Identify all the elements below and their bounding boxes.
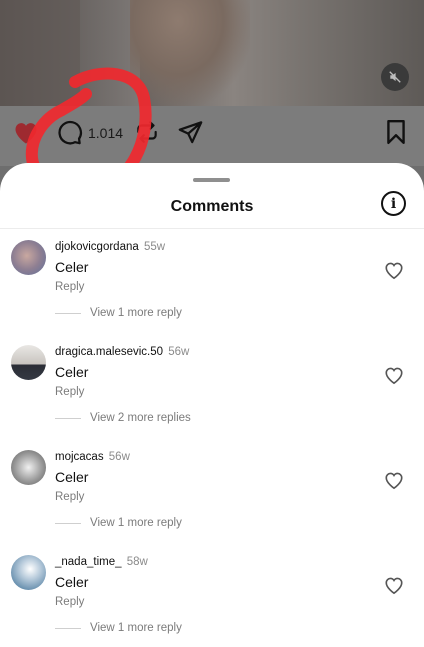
share-icon [178,121,203,144]
mute-button[interactable] [381,63,409,91]
sheet-drag-handle[interactable] [193,178,230,182]
comment-age: 56w [108,451,130,463]
comment-text: Celer [55,364,89,380]
view-more-label: View 1 more reply [90,622,182,634]
avatar[interactable] [11,555,46,590]
info-button[interactable]: i [381,191,406,216]
heart-filled-icon [15,123,37,144]
comment-username-row: dragica.malesevic.50 56w [55,346,189,358]
comment-text: Celer [55,469,89,485]
view-more-replies[interactable]: View 1 more reply [55,622,182,634]
sheet-title: Comments [170,198,254,215]
comment-username-row: mojcacas 56w [55,451,130,463]
view-more-label: View 2 more replies [90,412,191,424]
avatar[interactable] [11,345,46,380]
comment-item: dragica.malesevic.50 56w Celer Reply Vie… [0,345,424,450]
like-button[interactable] [12,119,40,145]
comment-age: 58w [126,556,148,568]
view-more-replies[interactable]: View 2 more replies [55,412,191,424]
divider-line [55,417,81,419]
view-more-label: View 1 more reply [90,517,182,529]
divider-line [55,627,81,629]
comment-username[interactable]: mojcacas [55,451,104,463]
view-more-replies[interactable]: View 1 more reply [55,517,182,529]
comment-button[interactable] [56,119,83,146]
divider-line [55,312,81,314]
comment-username[interactable]: _nada_time_ [55,556,122,568]
heart-icon[interactable] [383,470,405,490]
comment-text: Celer [55,259,89,275]
avatar[interactable] [11,240,46,275]
heart-icon[interactable] [383,260,405,280]
divider [0,228,424,229]
comment-item: djokovicgordana 55w Celer Reply View 1 m… [0,240,424,345]
comment-age: 55w [143,241,166,253]
bookmark-button[interactable] [384,119,408,145]
reply-button[interactable]: Reply [55,281,84,293]
comments-sheet: Comments i djokovicgordana 55w Celer Rep… [0,163,424,647]
comment-text: Celer [55,574,89,590]
avatar[interactable] [11,450,46,485]
info-icon: i [390,195,397,212]
reply-button[interactable]: Reply [55,386,84,398]
comment-item: mojcacas 56w Celer Reply View 1 more rep… [0,450,424,555]
view-more-label: View 1 more reply [90,307,182,319]
post-media-subject [130,0,250,106]
post-media [0,0,424,106]
bookmark-icon [387,119,405,145]
heart-icon[interactable] [383,365,405,385]
comment-count: 1.014 [88,125,124,141]
view-more-replies[interactable]: View 1 more reply [55,307,182,319]
divider-line [55,522,81,524]
comment-age: 56w [168,346,190,358]
comment-username-row: djokovicgordana 55w [55,241,165,253]
share-button[interactable] [177,119,204,146]
heart-icon[interactable] [383,575,405,595]
comment-username[interactable]: dragica.malesevic.50 [55,346,163,358]
comment-icon [58,120,82,145]
comment-item: _nada_time_ 58w Celer Reply View 1 more … [0,555,424,647]
reply-button[interactable]: Reply [55,491,84,503]
comment-username[interactable]: djokovicgordana [55,241,139,253]
reply-button[interactable]: Reply [55,596,84,608]
comment-username-row: _nada_time_ 58w [55,556,148,568]
repost-icon [137,121,157,143]
repost-button[interactable] [134,119,160,145]
mute-icon [389,71,401,83]
